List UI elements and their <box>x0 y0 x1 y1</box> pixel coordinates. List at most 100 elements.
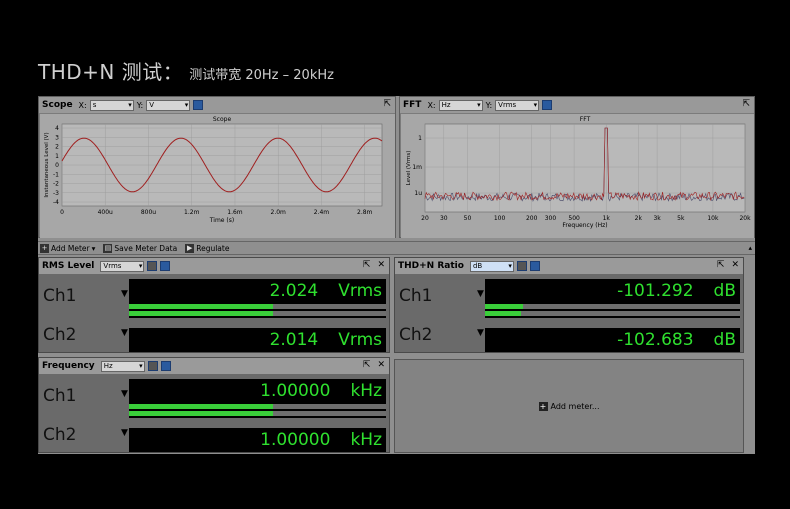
add-meter-panel[interactable]: + Add meter... <box>394 359 744 453</box>
rms-ch1-display: 2.024 Vrms <box>129 279 386 303</box>
thdn-options-icon[interactable] <box>516 261 527 271</box>
freq-close-icon[interactable]: ✕ <box>377 360 385 370</box>
fft-x-label: X: <box>427 100 436 110</box>
scope-x-select[interactable]: s <box>89 99 134 111</box>
rms-header: RMS Level Vrms ⇱ ✕ <box>39 258 389 274</box>
freq-ch1-unit: kHz <box>350 381 382 401</box>
fft-xtick: 200 <box>526 215 538 222</box>
scope-ytick: 2 <box>55 144 59 151</box>
regulate-button[interactable]: ▶ Regulate <box>185 243 229 253</box>
scope-ytick: 1 <box>55 153 59 160</box>
meter-toolbar: + Add Meter ▾ ▤ Save Meter Data ▶ Regulate … <box>38 241 755 255</box>
thdn-ch2-dropdown-icon[interactable]: ▼ <box>477 328 484 338</box>
rms-close-icon[interactable]: ✕ <box>377 260 385 270</box>
freq-options-icon[interactable] <box>147 361 158 371</box>
scope-y-label: Y: <box>136 100 144 110</box>
thdn-row-ch2: Ch2 ▼ -102.683 dB <box>395 315 743 354</box>
fft-settings-icon[interactable] <box>542 100 553 110</box>
scope-xtick: 2.0m <box>271 209 287 216</box>
thdn-header: THD+N Ratio dB ⇱ ✕ <box>395 258 743 274</box>
fft-panel: FFT X: Hz Y: Vrms ⇱ FFT 1 1m 1u 20 30 50 100 200… <box>399 96 755 238</box>
plus-icon: + <box>538 401 548 411</box>
thdn-label: THD+N Ratio <box>398 261 464 271</box>
scope-title: Scope <box>213 116 232 123</box>
scope-panel: Scope X: s Y: V ⇱ Scope43210-1-2-3-40400… <box>38 96 396 238</box>
freq-unit-select[interactable]: Hz <box>100 360 145 372</box>
scope-popout-icon[interactable]: ⇱ <box>383 99 391 109</box>
freq-ch2-dropdown-icon[interactable]: ▼ <box>121 428 128 438</box>
save-label: Save Meter Data <box>114 243 178 253</box>
rms-bar-track-1 <box>272 304 386 309</box>
fft-y-label: Y: <box>485 100 493 110</box>
freq-label: Frequency <box>42 361 95 371</box>
fft-xtick: 100 <box>494 215 506 222</box>
rms-meter: RMS Level Vrms ⇱ ✕ Ch1 ▼ 2.024 Vrms Ch2 ▼ … <box>38 257 390 353</box>
scope-xtick: 800u <box>141 209 156 216</box>
freq-ch1-value: 1.00000 <box>260 381 331 401</box>
scope-y-select[interactable]: V <box>146 99 191 111</box>
scope-label: Scope <box>42 100 73 110</box>
scope-ytick: 4 <box>55 125 59 132</box>
thdn-settings-icon[interactable] <box>529 261 540 271</box>
fft-xtick: 5k <box>677 215 685 222</box>
fft-y-select[interactable]: Vrms <box>495 99 540 111</box>
scope-ytick: -1 <box>53 171 59 178</box>
rms-row-ch2: Ch2 ▼ 2.014 Vrms <box>39 315 389 354</box>
plus-icon: + <box>40 243 49 253</box>
thdn-ch1-dropdown-icon[interactable]: ▼ <box>477 289 484 299</box>
thdn-close-icon[interactable]: ✕ <box>731 260 739 270</box>
rms-popout-icon[interactable]: ⇱ <box>363 260 371 270</box>
save-meter-data-button[interactable]: ▤ Save Meter Data <box>103 243 178 253</box>
thdn-ch2-value: -102.683 <box>617 330 694 350</box>
thdn-popout-icon[interactable]: ⇱ <box>717 260 725 270</box>
scope-plot: Scope 4 3 2 1 0 -1 -2 -3 -4 0 400u 800u 1.2m 1.6m 2.0m 2… <box>40 114 395 238</box>
rms-ch2-dropdown-icon[interactable]: ▼ <box>121 328 128 338</box>
rms-ch1-dropdown-icon[interactable]: ▼ <box>121 289 128 299</box>
fft-ytick: 1m <box>412 164 422 171</box>
scope-ytick: -2 <box>53 181 59 188</box>
rms-label: RMS Level <box>42 261 95 271</box>
scope-xtick: 1.6m <box>227 209 243 216</box>
fft-xtick: 2k <box>635 215 643 222</box>
thdn-bar-track-1 <box>523 304 740 309</box>
title-main: THD+N 测试： <box>38 60 184 84</box>
freq-row-ch2: Ch2 ▼ 1.00000 kHz <box>39 415 389 454</box>
rms-ch2-display: 2.014 Vrms <box>129 328 386 352</box>
fft-ytick: 1u <box>414 190 422 197</box>
scope-xtick: 400u <box>98 209 113 216</box>
rms-unit-select[interactable]: Vrms <box>100 260 145 272</box>
scope-x-label: X: <box>78 100 87 110</box>
scope-settings-icon[interactable] <box>193 100 204 110</box>
add-meter-button[interactable]: + Add Meter ▾ <box>40 243 95 253</box>
scope-ytick: 3 <box>55 134 59 141</box>
fft-plot: FFT 1 1m 1u 20 30 50 100 200 300 500 1k 2k 3k 5k 10k 20k… <box>401 114 754 238</box>
title-sub: 测试带宽 20Hz – 20kHz <box>189 68 334 83</box>
pin-icon[interactable]: ▴ <box>748 244 752 252</box>
thdn-ch2-unit: dB <box>713 330 736 350</box>
freq-ch1-display: 1.00000 kHz <box>129 379 386 403</box>
freq-ch1-label: Ch1 <box>43 386 77 406</box>
fft-ylabel: Level (Vrms) <box>406 151 412 186</box>
thdn-bar-ch1 <box>485 304 524 309</box>
freq-bar-track-1 <box>272 404 386 409</box>
fft-x-select[interactable]: Hz <box>438 99 483 111</box>
freq-ch1-dropdown-icon[interactable]: ▼ <box>121 389 128 399</box>
freq-ch2-display: 1.00000 kHz <box>129 428 386 452</box>
rms-ch2-unit: Vrms <box>338 330 382 350</box>
scope-chart: Scope43210-1-2-3-40 400u 800u 1.2m 1.6m 2.0m 2… <box>44 116 383 224</box>
scope-ylabel: Instantaneous Level (V) <box>44 132 50 197</box>
freq-settings-icon[interactable] <box>160 361 171 371</box>
fft-xtick: 20 <box>421 215 429 222</box>
fft-chart: FFT 1 1m 1u 20 30 50 100 200 300 500 1k 2k 3k 5k 10k 20k… <box>406 116 751 229</box>
rms-options-icon[interactable] <box>147 261 158 271</box>
fft-xtick: 30 <box>440 215 448 222</box>
freq-popout-icon[interactable]: ⇱ <box>363 360 371 370</box>
thdn-unit-select[interactable]: dB <box>469 260 514 272</box>
fft-title: FFT <box>580 116 591 123</box>
thdn-ch1-label: Ch1 <box>399 286 433 306</box>
fft-xtick: 300 <box>545 215 557 222</box>
freq-ch2-label: Ch2 <box>43 425 77 445</box>
fft-popout-icon[interactable]: ⇱ <box>742 99 750 109</box>
rms-settings-icon[interactable] <box>160 261 171 271</box>
thdn-ch2-display: -102.683 dB <box>485 328 740 352</box>
